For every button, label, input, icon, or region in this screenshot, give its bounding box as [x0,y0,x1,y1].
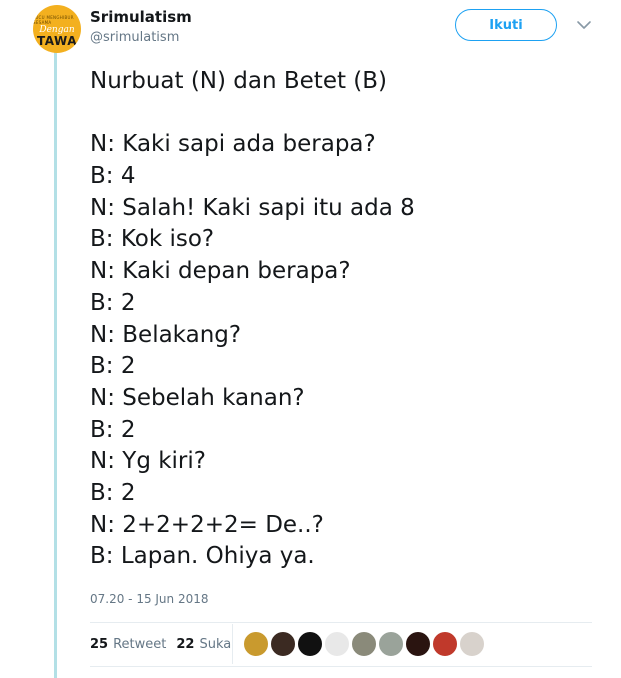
thread-line [54,52,57,678]
tweet-line: N: Sebelah kanan? [90,384,305,411]
user-handle[interactable]: @srimulatism [90,30,179,45]
liker-avatar[interactable] [351,631,377,657]
stats-separator [232,624,233,664]
display-name[interactable]: Srimulatism [90,8,192,26]
follow-button[interactable]: Ikuti [455,9,557,41]
tweet-line: N: Kaki depan berapa? [90,258,351,285]
liker-avatar[interactable] [324,631,350,657]
chevron-down-icon[interactable] [575,18,593,32]
liker-avatar[interactable] [378,631,404,657]
like-label[interactable]: Suka [199,637,231,652]
tweet-line: B: 2 [90,416,136,443]
tweet-line: N: Kaki sapi ada berapa? [90,131,376,158]
avatar[interactable]: LUCU MENGHIBUR SESAMA Dengan TAWA [33,5,81,53]
tweet-timestamp[interactable]: 07.20 - 15 Jun 2018 [90,592,209,606]
tweet-text: Nurbuat (N) dan Betet (B) N: Kaki sapi ad… [90,66,600,573]
avatar-bottom-text: TAWA [37,34,77,48]
liker-avatars [243,631,486,657]
liker-avatar[interactable] [270,631,296,657]
tweet-line: B: 2 [90,289,136,316]
tweet-line: Nurbuat (N) dan Betet (B) [90,68,388,94]
stats-bottom-divider [90,666,592,667]
tweet-line: N: 2+2+2+2= De..? [90,511,324,538]
avatar-small-text: LUCU MENGHIBUR SESAMA [33,15,74,25]
tweet-line [90,98,600,130]
retweet-count[interactable]: 25 [90,637,108,652]
tweet-stats: 25 Retweet 22 Suka [90,630,241,658]
stats-top-divider [90,622,592,623]
tweet-line: B: Kok iso? [90,226,215,253]
tweet-line: N: Belakang? [90,321,242,348]
like-count[interactable]: 22 [176,637,194,652]
tweet-line: B: Lapan. Ohiya ya. [90,543,315,570]
liker-avatar[interactable] [243,631,269,657]
retweet-label[interactable]: Retweet [113,637,166,652]
tweet-line: B: 4 [90,163,136,190]
liker-avatar[interactable] [405,631,431,657]
liker-avatar[interactable] [432,631,458,657]
liker-avatar[interactable] [459,631,485,657]
tweet-line: B: 2 [90,353,136,380]
tweet-line: N: Yg kiri? [90,448,206,475]
tweet-line: N: Salah! Kaki sapi itu ada 8 [90,194,415,221]
liker-avatar[interactable] [297,631,323,657]
tweet-line: B: 2 [90,479,136,506]
